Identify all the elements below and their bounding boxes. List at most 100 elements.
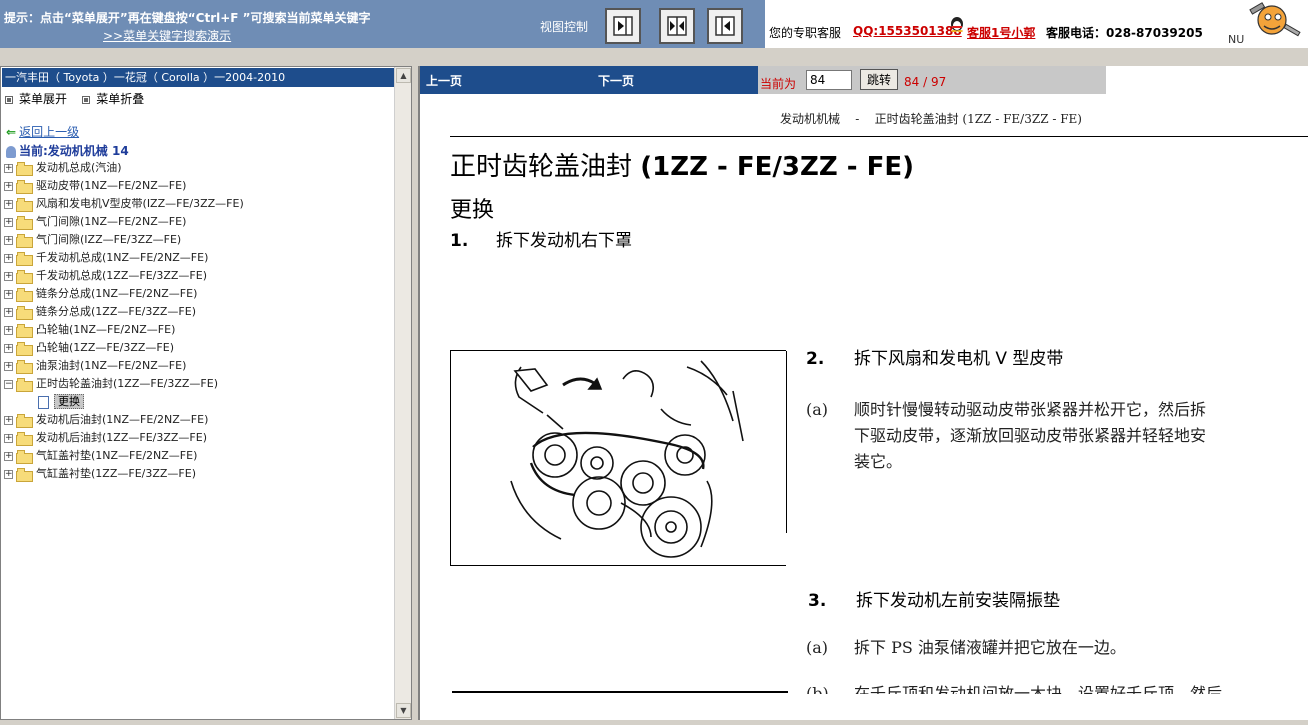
expand-toggle-icon[interactable]: + <box>4 271 13 281</box>
tree-item[interactable]: + 驱动皮带(1NZ—FE/2NZ—FE) <box>4 177 394 195</box>
search-tip: 提示：点击“菜单展开”再在键盘按“Ctrl+F ”可搜索当前菜单关键字 <box>4 11 371 25</box>
back-link[interactable]: ⇐ 返回上一级 <box>6 123 79 140</box>
expand-toggle-icon[interactable]: + <box>4 415 13 425</box>
tree-item-label[interactable]: 凸轮轴(1ZZ—FE/3ZZ—FE) <box>36 341 174 354</box>
step-2a-line-1: (a) 顺时针慢慢转动驱动皮带张紧器并松开它，然后拆 <box>806 396 1206 420</box>
tree-item-label[interactable]: 正时齿轮盖油封(1ZZ—FE/3ZZ—FE) <box>36 377 218 390</box>
step-1: 1. 拆下发动机右下罩 <box>450 226 632 251</box>
tree-item[interactable]: + 链条分总成(1NZ—FE/2NZ—FE) <box>4 285 394 303</box>
menu-expand-link[interactable]: 菜单展开 <box>19 92 67 106</box>
tree-leaf-selected[interactable]: 更换 <box>4 393 394 411</box>
folder-open-icon <box>16 378 33 392</box>
tree-leaf-label[interactable]: 更换 <box>54 394 84 409</box>
expand-toggle-icon[interactable]: + <box>4 325 13 335</box>
prev-page-link[interactable]: 上一页 <box>426 72 462 89</box>
expand-toggle-icon[interactable]: + <box>4 235 13 245</box>
tree-item-label[interactable]: 发动机总成(汽油) <box>36 161 122 174</box>
expand-toggle-icon[interactable]: + <box>4 181 13 191</box>
expand-toggle-icon[interactable]: + <box>4 469 13 479</box>
folder-icon <box>16 468 33 482</box>
tree-item[interactable]: + 气缸盖衬垫(1ZZ—FE/3ZZ—FE) <box>4 465 394 483</box>
page-number-input[interactable] <box>806 70 852 90</box>
folder-icon <box>16 270 33 284</box>
step-text: 拆下风扇和发电机 V 型皮带 <box>854 349 1064 369</box>
tree-item-label[interactable]: 气门间隙(1NZ—FE/2NZ—FE) <box>36 215 186 228</box>
folder-icon <box>16 162 33 176</box>
next-page-link[interactable]: 下一页 <box>598 72 634 89</box>
qq-penguin-icon[interactable] <box>949 16 965 32</box>
tree-item-label[interactable]: 气缸盖衬垫(1ZZ—FE/3ZZ—FE) <box>36 467 196 480</box>
title-cn: 正时齿轮盖油封 <box>450 152 633 182</box>
tree-item-label[interactable]: 发动机后油封(1ZZ—FE/3ZZ—FE) <box>36 431 207 444</box>
view-left-button[interactable] <box>707 8 743 44</box>
sub-text: 在千斤顶和发动机间放一木块，设置好千斤顶，然后 <box>854 684 1223 694</box>
expand-toggle-icon[interactable]: + <box>4 217 13 227</box>
left-scrollbar[interactable]: ▲ ▼ <box>394 67 411 719</box>
menu-collapse-link[interactable]: 菜单折叠 <box>96 92 144 106</box>
tree-item-label[interactable]: 凸轮轴(1NZ—FE/2NZ—FE) <box>36 323 175 336</box>
menu-panel: 一汽丰田（ Toyota ）一花冠（ Corolla ）一2004-2010 菜… <box>0 66 412 720</box>
tree-item-label[interactable]: 发动机后油封(1NZ—FE/2NZ—FE) <box>36 413 208 426</box>
step-number: 3. <box>808 591 827 611</box>
cs-qq-link[interactable]: QQ:1553501388 <box>853 24 962 38</box>
breadcrumb: 一汽丰田（ Toyota ）一花冠（ Corolla ）一2004-2010 <box>2 68 394 87</box>
tree-item[interactable]: − 正时齿轮盖油封(1ZZ—FE/3ZZ—FE) <box>4 375 394 393</box>
cs-phone: 客服电话：028-87039205 <box>1046 26 1203 40</box>
back-label: 返回上一级 <box>19 125 80 139</box>
step-text: 拆下发动机右下罩 <box>496 231 632 251</box>
tree-item[interactable]: + 气门间隙(1NZ—FE/2NZ—FE) <box>4 213 394 231</box>
tree-item-label[interactable]: 驱动皮带(1NZ—FE/2NZ—FE) <box>36 179 186 192</box>
scroll-up-icon[interactable]: ▲ <box>396 68 411 83</box>
expand-toggle-icon[interactable]: + <box>4 451 13 461</box>
title-code: (1ZZ - FE/3ZZ - FE) <box>640 152 914 182</box>
jump-button[interactable]: 跳转 <box>860 69 898 90</box>
view-right-button[interactable] <box>605 8 641 44</box>
expand-toggle-icon[interactable]: + <box>4 163 13 173</box>
expand-toggle-icon[interactable]: + <box>4 253 13 263</box>
tree-item[interactable]: + 油泵油封(1NZ—FE/2NZ—FE) <box>4 357 394 375</box>
folder-icon <box>16 414 33 428</box>
tree-item[interactable]: + 链条分总成(1ZZ—FE/3ZZ—FE) <box>4 303 394 321</box>
scroll-down-icon[interactable]: ▼ <box>396 703 411 718</box>
collapse-toggle-icon[interactable]: − <box>4 379 13 389</box>
tree-item[interactable]: + 发动机后油封(1NZ—FE/2NZ—FE) <box>4 411 394 429</box>
tree-item-label[interactable]: 风扇和发电机V型皮带(IZZ—FE/3ZZ—FE) <box>36 197 244 210</box>
expand-toggle-icon[interactable]: + <box>4 343 13 353</box>
header-rule <box>450 136 1308 137</box>
expand-toggle-icon[interactable]: + <box>4 289 13 299</box>
folder-icon <box>16 252 33 266</box>
tree-item[interactable]: + 凸轮轴(1ZZ—FE/3ZZ—FE) <box>4 339 394 357</box>
search-demo-link[interactable]: >>菜单关键字搜索演示 <box>103 27 231 44</box>
tree-item-label[interactable]: 气门间隙(IZZ—FE/3ZZ—FE) <box>36 233 181 246</box>
tree-item[interactable]: + 发动机后油封(1ZZ—FE/3ZZ—FE) <box>4 429 394 447</box>
tree-item-label[interactable]: 千发动机总成(1ZZ—FE/3ZZ—FE) <box>36 269 207 282</box>
tree-item-label[interactable]: 气缸盖衬垫(1NZ—FE/2NZ—FE) <box>36 449 197 462</box>
tree-item-label[interactable]: 链条分总成(1ZZ—FE/3ZZ—FE) <box>36 305 196 318</box>
page-jump-box: 当前为 跳转 84 / 97 <box>758 66 1106 94</box>
tree-item[interactable]: + 凸轮轴(1NZ—FE/2NZ—FE) <box>4 321 394 339</box>
view-control-label: 视图控制 <box>540 20 589 34</box>
tree-item-label[interactable]: 油泵油封(1NZ—FE/2NZ—FE) <box>36 359 186 372</box>
cs-agent-link[interactable]: 客服1号小郭 <box>967 24 1035 41</box>
tree-item-label[interactable]: 链条分总成(1NZ—FE/2NZ—FE) <box>36 287 197 300</box>
page-title: 正时齿轮盖油封 (1ZZ - FE/3ZZ - FE) <box>450 146 914 183</box>
manual-page: 发动机机械 - 正时齿轮盖油封 (1ZZ - FE/3ZZ - FE) 正时齿轮… <box>420 94 1308 694</box>
expand-icon <box>5 95 13 104</box>
panel-right-icon <box>613 16 633 36</box>
tree-item[interactable]: + 发动机总成(汽油) <box>4 159 394 177</box>
tree-item[interactable]: + 千发动机总成(1NZ—FE/2NZ—FE) <box>4 249 394 267</box>
tree-item[interactable]: + 气门间隙(IZZ—FE/3ZZ—FE) <box>4 231 394 249</box>
tree-item[interactable]: + 气缸盖衬垫(1NZ—FE/2NZ—FE) <box>4 447 394 465</box>
view-split-button[interactable] <box>659 8 695 44</box>
page-subtitle: 更换 <box>450 198 495 223</box>
tree-item-label[interactable]: 千发动机总成(1NZ—FE/2NZ—FE) <box>36 251 208 264</box>
expand-toggle-icon[interactable]: + <box>4 433 13 443</box>
top-toolbar: 提示：点击“菜单展开”再在键盘按“Ctrl+F ”可搜索当前菜单关键字 >>菜单… <box>0 0 1308 48</box>
tree-item[interactable]: + 风扇和发电机V型皮带(IZZ—FE/3ZZ—FE) <box>4 195 394 213</box>
expand-toggle-icon[interactable]: + <box>4 199 13 209</box>
tree-item[interactable]: + 千发动机总成(1ZZ—FE/3ZZ—FE) <box>4 267 394 285</box>
expand-toggle-icon[interactable]: + <box>4 307 13 317</box>
content-panel: 上一页 下一页 当前为 跳转 84 / 97 发动机机械 - 正时齿轮盖油封 (… <box>418 66 1308 720</box>
logo-text: NU <box>1228 33 1245 46</box>
expand-toggle-icon[interactable]: + <box>4 361 13 371</box>
